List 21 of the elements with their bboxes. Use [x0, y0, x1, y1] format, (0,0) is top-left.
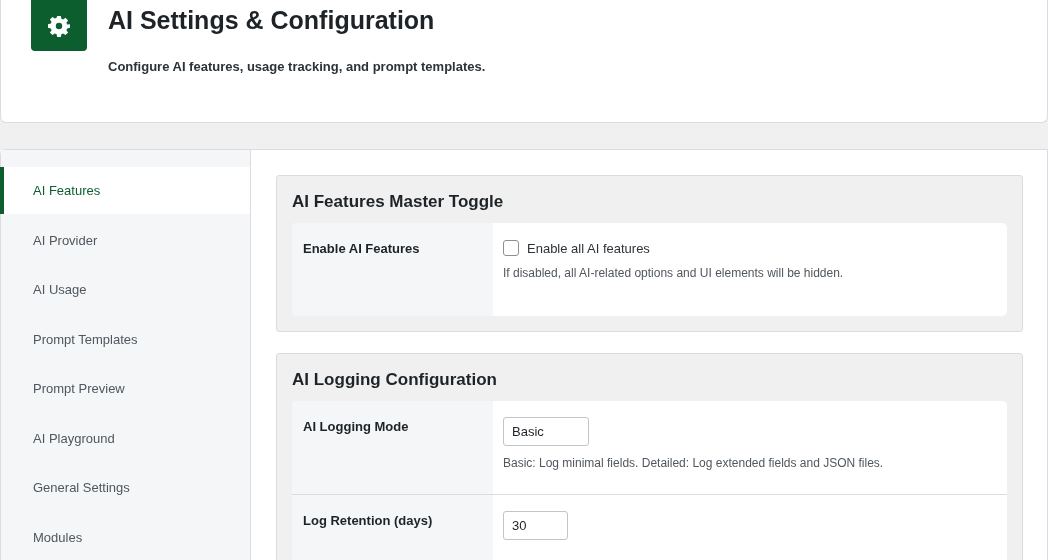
- sidebar-tab[interactable]: AI Features: [0, 167, 250, 214]
- number-field[interactable]: 30: [503, 511, 568, 540]
- field-label: Log Retention (days): [292, 495, 493, 560]
- sidebar-tab[interactable]: AI Usage: [0, 266, 250, 313]
- checkbox-label[interactable]: Enable all AI features: [527, 240, 650, 256]
- logging-mode-select[interactable]: Basic: [503, 417, 589, 446]
- section-title: AI Features Master Toggle: [292, 191, 505, 213]
- checkbox[interactable]: [503, 240, 519, 256]
- sidebar-tab[interactable]: Prompt Templates: [0, 315, 250, 363]
- help-text: Basic: Log minimal fields. Detailed: Log extended fields and JSON files.: [503, 456, 885, 470]
- sidebar-tab[interactable]: AI Provider: [0, 216, 250, 264]
- section-title: AI Logging Configuration: [292, 369, 498, 391]
- sidebar-tab[interactable]: Modules: [0, 513, 250, 560]
- field-label: Enable AI Features: [292, 223, 493, 316]
- sidebar-tab[interactable]: Prompt Preview: [0, 365, 250, 412]
- sidebar-tab[interactable]: AI Playground: [0, 414, 250, 462]
- page-title: AI Settings & Configuration: [108, 6, 436, 35]
- sidebar-tab[interactable]: General Settings: [0, 464, 250, 511]
- field-label: AI Logging Mode: [292, 401, 493, 494]
- page-subtitle: Configure AI features, usage tracking, and prompt templates.: [108, 59, 486, 74]
- help-text: If disabled, all AI-related options and UI elements will be hidden.: [503, 266, 845, 280]
